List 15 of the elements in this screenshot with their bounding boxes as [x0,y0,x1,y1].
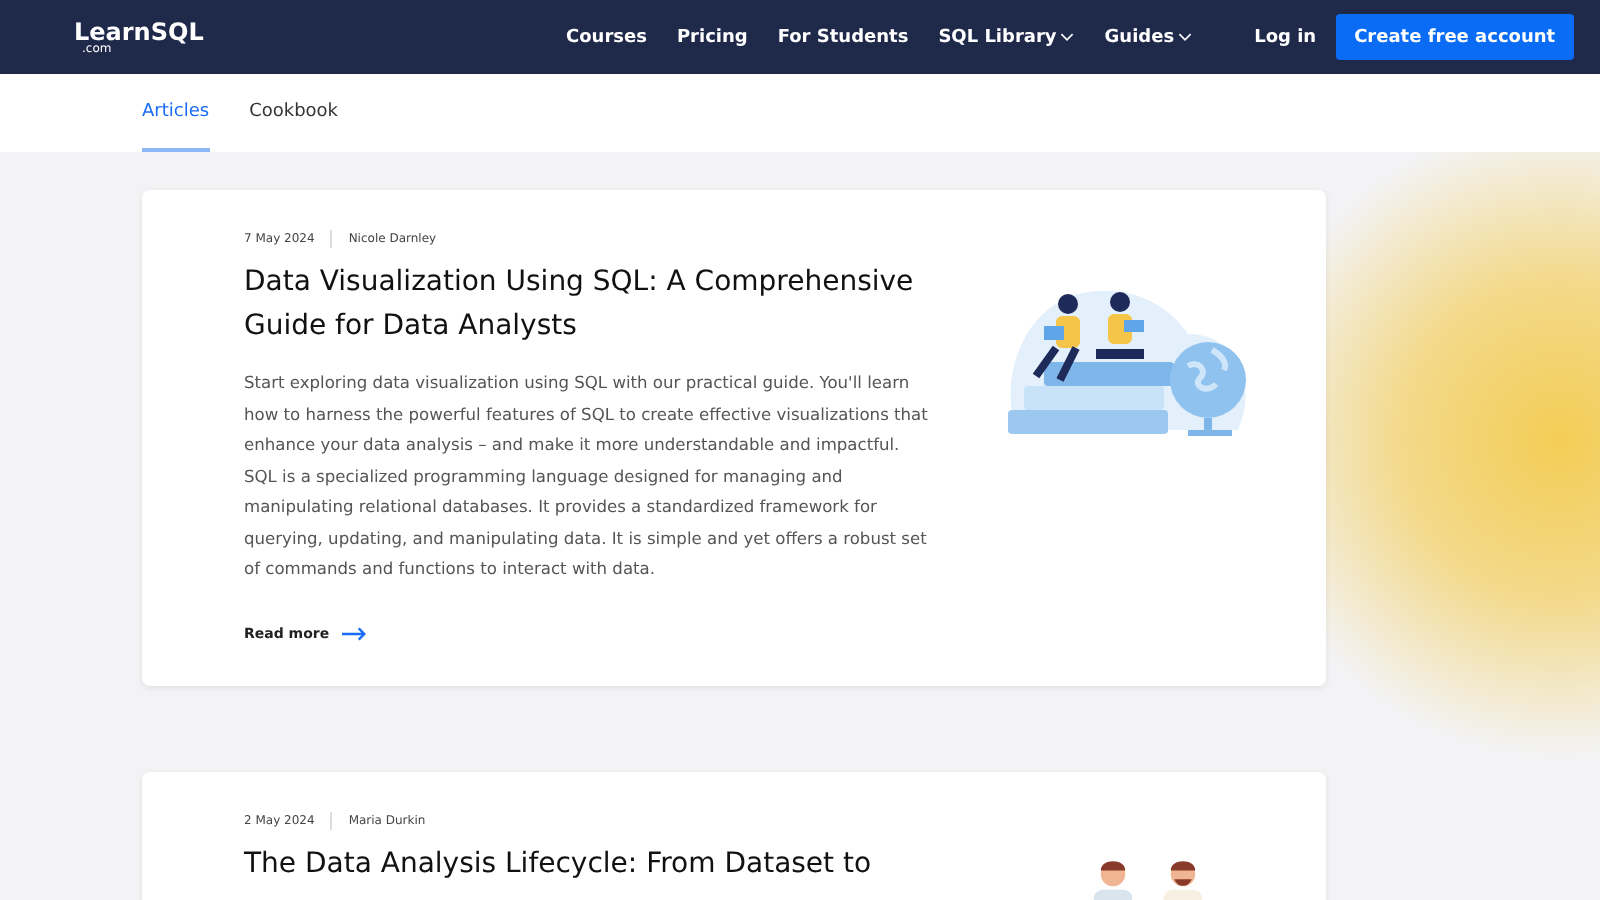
create-account-button[interactable]: Create free account [1336,14,1574,60]
tab[interactable]: Cookbook [249,74,339,152]
login-link[interactable]: Log in [1254,27,1317,47]
tab[interactable]: Articles [142,74,210,152]
chevron-down-icon [1060,32,1075,42]
arrow-right-icon [341,625,368,641]
article-title[interactable]: Data Visualization Using SQL: A Comprehensive Guide for Data Analysts [244,260,928,348]
article-excerpt: Start exploring data visualization using SQL with our practical guide. You'll learn how to harness the powerful features of SQL to create effective visualizations that enhance your data analysis – and make it more understandable and impactful. SQL is a specialized programming language designed for managing and manipulating relational databases. It provides a standardized framework for querying, updating, and manipulating data. It is simple and yet offers a robust set of commands and functions to interact with data. [244,370,928,582]
chevron-down-icon [1178,32,1193,42]
article-title[interactable]: The Data Analysis Lifecycle: From Dataset to [244,842,928,886]
nav-link[interactable]: Pricing [676,27,748,47]
nav-link[interactable]: For Students [777,27,909,47]
nav-link[interactable]: Courses [566,27,647,47]
nav-link[interactable]: SQL Library [938,27,1075,47]
nav-link[interactable]: Guides [1104,27,1193,47]
